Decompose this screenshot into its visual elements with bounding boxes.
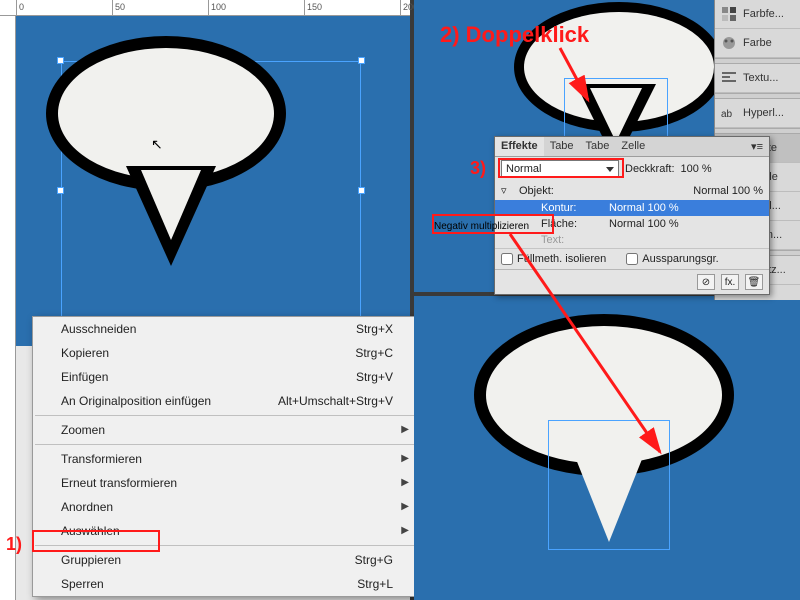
menu-arrange[interactable]: Anordnen▶ (33, 495, 419, 519)
blend-mode-dropdown[interactable]: Normal (501, 160, 619, 178)
menu-group[interactable]: GruppierenStrg+G (33, 548, 419, 572)
menu-zoom[interactable]: Zoomen▶ (33, 418, 419, 442)
swatches-icon (721, 6, 737, 22)
opacity-label: Deckkraft: (625, 163, 675, 175)
ruler-horizontal: 0 50 100 150 200 (0, 0, 410, 16)
opacity-value: 100 % (681, 163, 712, 175)
menu-paste[interactable]: EinfügenStrg+V (33, 365, 419, 389)
speech-bubble-tail[interactable] (126, 166, 216, 266)
palette-icon (721, 35, 737, 51)
canvas-right-bottom[interactable] (414, 296, 800, 600)
svg-text:ab: ab (721, 109, 733, 120)
canvas-left[interactable]: ↖ (16, 16, 410, 346)
tab-tabelle[interactable]: Tabe (544, 137, 580, 156)
menu-cut[interactable]: AusschneidenStrg+X (33, 317, 419, 341)
menu-paste-in-place[interactable]: An Originalposition einfügenAlt+Umschalt… (33, 389, 419, 413)
blend-mode-value: Normal (506, 163, 541, 175)
isolate-blend-label: Füllmeth. isolieren (517, 253, 606, 265)
menu-transform[interactable]: Transformieren▶ (33, 447, 419, 471)
tab-zelle[interactable]: Zelle (615, 137, 651, 156)
resize-handle[interactable] (358, 187, 365, 194)
trash-button[interactable]: 🗑 (745, 274, 763, 290)
cursor-icon: ↖ (151, 136, 163, 153)
left-canvas-panel: 0 50 100 150 200 ↖ AusschneidenStrg+X Ko… (0, 0, 410, 600)
dock-farbfelder[interactable]: Farbfe... (715, 0, 800, 29)
dock-hyperlinks[interactable]: abHyperl... (715, 99, 800, 128)
chevron-down-icon (606, 167, 614, 172)
knockout-checkbox[interactable] (626, 253, 638, 265)
fx-button[interactable]: fx. (721, 274, 739, 290)
attr-row-text[interactable]: Text: (495, 232, 769, 248)
isolate-blend-checkbox[interactable] (501, 253, 513, 265)
dock-textum[interactable]: Textu... (715, 64, 800, 93)
text-wrap-icon (721, 70, 737, 86)
context-menu: AusschneidenStrg+X KopierenStrg+C Einfüg… (32, 316, 420, 597)
effects-panel-tabs: Effekte Tabe Tabe Zelle ▾≡ (495, 137, 769, 157)
selection-box[interactable] (548, 420, 670, 550)
target-label: Objekt: (519, 185, 554, 197)
resize-handle[interactable] (358, 57, 365, 64)
blend-mode-option-multiply[interactable]: Negativ multiplizieren (434, 216, 550, 234)
resize-handle[interactable] (57, 57, 64, 64)
menu-lock[interactable]: SperrenStrg+L (33, 572, 419, 596)
tab-tabell[interactable]: Tabe (580, 137, 616, 156)
tab-effekte[interactable]: Effekte (495, 137, 544, 156)
knockout-label: Aussparungsgr. (642, 253, 718, 265)
resize-handle[interactable] (549, 455, 555, 461)
resize-handle[interactable] (565, 113, 571, 119)
menu-select[interactable]: Auswählen▶ (33, 519, 419, 543)
dock-farbe[interactable]: Farbe (715, 29, 800, 58)
menu-retransform[interactable]: Erneut transformieren▶ (33, 471, 419, 495)
attr-row-kontur[interactable]: Kontur: Normal 100 % (495, 200, 769, 216)
menu-copy[interactable]: KopierenStrg+C (33, 341, 419, 365)
clear-effects-button[interactable]: ⊘ (697, 274, 715, 290)
group-mode-value: Normal 100 % (693, 185, 763, 197)
link-icon: ab (721, 105, 737, 121)
ruler-tick: 150 (307, 2, 322, 12)
ruler-vertical (0, 16, 16, 600)
blend-option-label: Negativ multiplizieren (434, 221, 529, 232)
ruler-tick: 50 (115, 2, 125, 12)
ruler-tick: 0 (19, 2, 24, 12)
panel-menu-icon[interactable]: ▾≡ (745, 137, 769, 156)
resize-handle[interactable] (57, 187, 64, 194)
ruler-tick: 100 (211, 2, 226, 12)
